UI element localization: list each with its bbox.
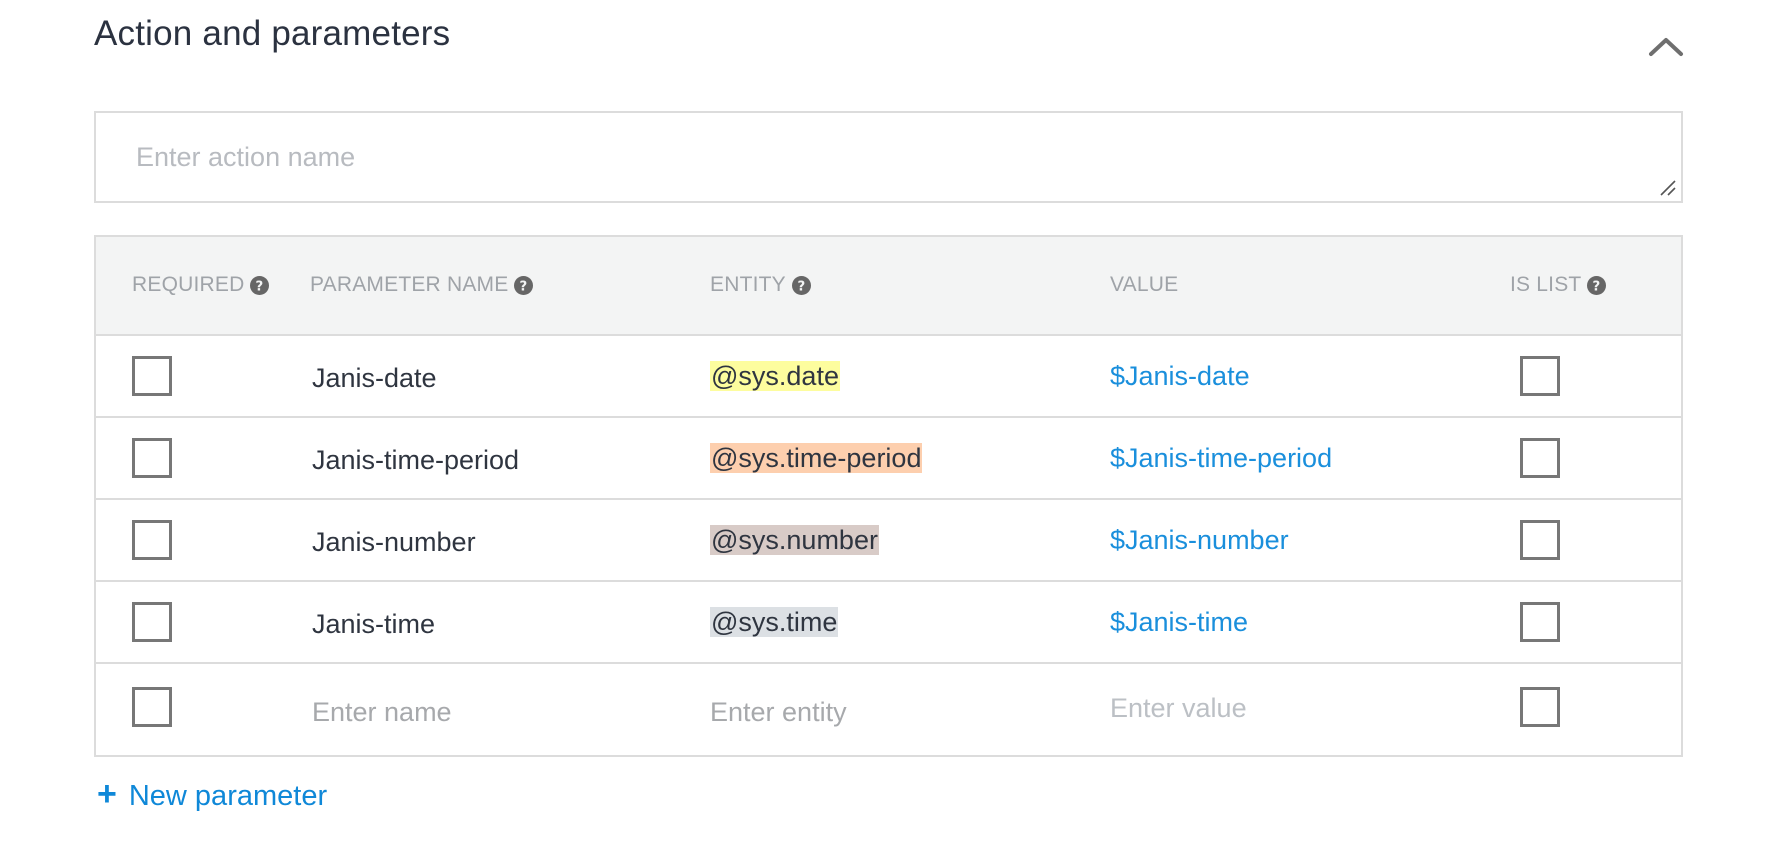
svg-text:?: ? — [797, 279, 805, 294]
header-is-list: IS LIST ? — [1510, 273, 1607, 297]
name-field-cell — [312, 695, 612, 729]
svg-text:?: ? — [256, 279, 264, 294]
is-list-checkbox[interactable] — [1520, 520, 1560, 560]
entity-input[interactable] — [710, 697, 1010, 728]
table-row: Janis-time-period @sys.time-period $Jani… — [96, 418, 1681, 500]
header-label: VALUE — [1110, 273, 1179, 296]
help-icon[interactable]: ? — [791, 275, 811, 295]
action-name-input[interactable] — [96, 113, 1681, 201]
entity-tag: @sys.time — [710, 607, 839, 637]
parameter-value[interactable]: $Janis-time — [1110, 605, 1248, 639]
required-checkbox[interactable] — [132, 438, 172, 478]
new-parameter-button[interactable]: + New parameter — [97, 774, 328, 813]
entity-tag: @sys.time-period — [710, 443, 923, 473]
parameter-name[interactable]: Janis-date — [312, 361, 437, 395]
help-icon[interactable]: ? — [250, 275, 270, 295]
header-parameter-name: PARAMETER NAME ? — [310, 273, 534, 297]
required-checkbox[interactable] — [132, 602, 172, 642]
value-field-cell — [1110, 691, 1410, 725]
parameter-value[interactable]: $Janis-number — [1110, 523, 1289, 557]
entity-cell[interactable]: @sys.time — [710, 605, 839, 639]
value-input[interactable] — [1110, 693, 1410, 724]
entity-cell[interactable]: @sys.number — [710, 523, 879, 557]
plus-icon: + — [97, 774, 117, 813]
table-row: Janis-time @sys.time $Janis-time — [96, 582, 1681, 664]
help-icon[interactable]: ? — [514, 275, 534, 295]
entity-tag: @sys.number — [710, 525, 879, 555]
required-checkbox[interactable] — [132, 520, 172, 560]
chevron-up-icon — [1649, 38, 1683, 56]
table-row: Janis-number @sys.number $Janis-number — [96, 500, 1681, 582]
header-label: ENTITY — [710, 273, 786, 296]
is-list-checkbox[interactable] — [1520, 356, 1560, 396]
required-checkbox[interactable] — [132, 356, 172, 396]
entity-field-cell — [710, 695, 1010, 729]
action-name-field-container — [94, 111, 1683, 203]
parameter-name[interactable]: Janis-number — [312, 525, 476, 559]
header-required: REQUIRED ? — [132, 273, 270, 297]
table-row: Janis-date @sys.date $Janis-date — [96, 336, 1681, 418]
header-label: PARAMETER NAME — [310, 273, 509, 296]
section-title: Action and parameters — [94, 14, 451, 53]
parameter-name[interactable]: Janis-time — [312, 607, 435, 641]
header-value: VALUE — [1110, 273, 1178, 297]
entity-tag: @sys.date — [710, 361, 840, 391]
required-checkbox[interactable] — [132, 687, 172, 727]
parameters-table: REQUIRED ? PARAMETER NAME ? ENTITY ? VAL… — [94, 235, 1683, 757]
table-header: REQUIRED ? PARAMETER NAME ? ENTITY ? VAL… — [96, 237, 1681, 336]
parameter-name-input[interactable] — [312, 697, 612, 728]
svg-text:?: ? — [520, 279, 528, 294]
entity-cell[interactable]: @sys.time-period — [710, 441, 923, 475]
new-parameter-row — [96, 664, 1681, 755]
entity-cell[interactable]: @sys.date — [710, 359, 840, 393]
new-parameter-label: New parameter — [128, 780, 328, 812]
collapse-section-button[interactable] — [1644, 28, 1688, 64]
resize-handle-icon[interactable] — [1659, 179, 1677, 197]
header-label: IS LIST — [1510, 273, 1582, 296]
header-entity: ENTITY ? — [710, 273, 811, 297]
is-list-checkbox[interactable] — [1520, 438, 1560, 478]
parameter-name[interactable]: Janis-time-period — [312, 443, 519, 477]
parameter-value[interactable]: $Janis-date — [1110, 359, 1250, 393]
svg-text:?: ? — [1593, 279, 1601, 294]
is-list-checkbox[interactable] — [1520, 687, 1560, 727]
parameter-value[interactable]: $Janis-time-period — [1110, 441, 1332, 475]
help-icon[interactable]: ? — [1587, 275, 1607, 295]
header-label: REQUIRED — [132, 273, 245, 296]
is-list-checkbox[interactable] — [1520, 602, 1560, 642]
